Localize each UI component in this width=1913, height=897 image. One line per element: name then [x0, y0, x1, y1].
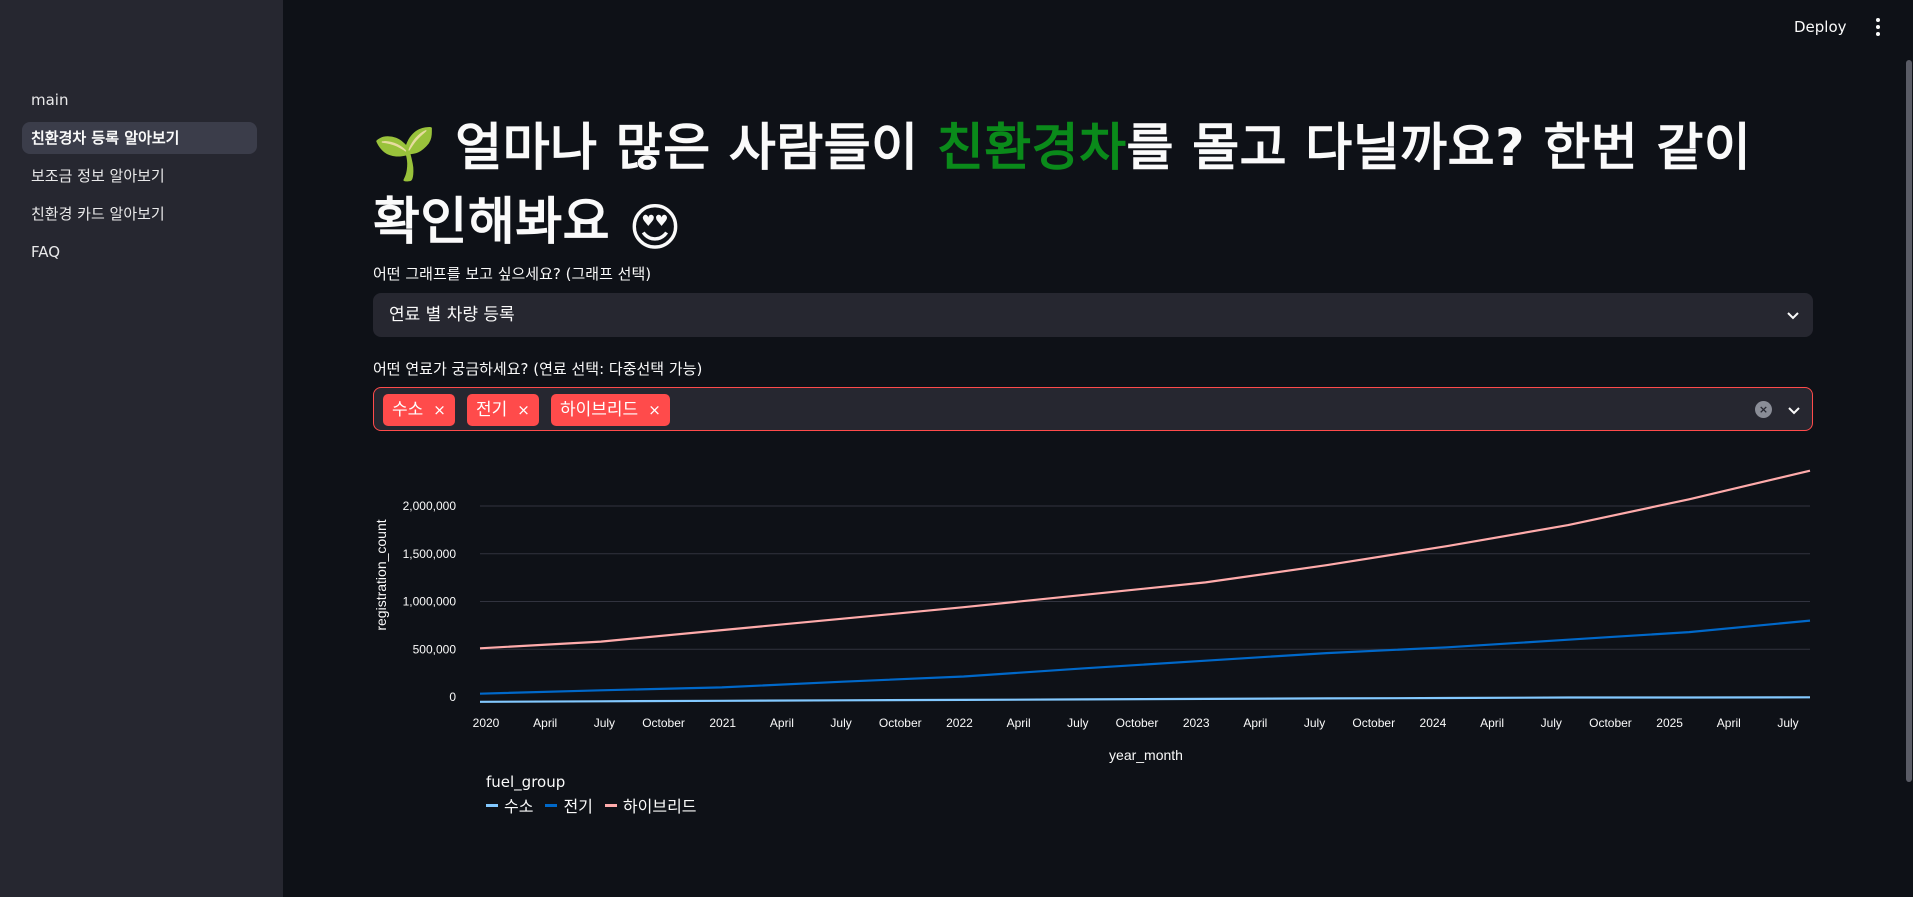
legend-label: 수소	[504, 797, 534, 816]
y-tick-label: 500,000	[413, 642, 457, 656]
sidebar: main 친환경차 등록 알아보기 보조금 정보 알아보기 친환경 카드 알아보…	[0, 0, 283, 897]
graph-select-value: 연료 별 차량 등록	[389, 305, 515, 325]
seedling-icon: 🌱	[373, 125, 438, 184]
sidebar-item-main[interactable]: main	[22, 84, 257, 116]
x-tick-label: July	[1777, 716, 1798, 730]
x-tick-label: April	[1243, 716, 1267, 730]
series-line-2[interactable]	[479, 469, 1811, 650]
graph-select-label: 어떤 그래프를 보고 싶으세요? (그래프 선택)	[373, 265, 652, 283]
legend-title: fuel_group	[486, 773, 566, 791]
y-tick-label: 2,000,000	[403, 499, 457, 513]
tag-electric[interactable]: 전기 ×	[467, 394, 539, 426]
x-tick-label: 2025	[1656, 716, 1683, 730]
tag-label: 하이브리드	[560, 400, 639, 420]
x-tick-label: October	[879, 716, 922, 730]
deploy-button[interactable]: Deploy	[1794, 14, 1847, 40]
x-tick-label: October	[1589, 716, 1632, 730]
x-tick-label: 2023	[1183, 716, 1210, 730]
x-tick-label: April	[1480, 716, 1504, 730]
x-tick-label: April	[1717, 716, 1741, 730]
y-tick-label: 0	[449, 690, 456, 704]
fuel-select-label: 어떤 연료가 궁금하세요? (연료 선택: 다중선택 가능)	[373, 360, 703, 378]
y-tick-label: 1,500,000	[403, 547, 457, 561]
kebab-menu-icon[interactable]	[1872, 14, 1884, 40]
sidebar-nav: main 친환경차 등록 알아보기 보조금 정보 알아보기 친환경 카드 알아보…	[22, 84, 257, 274]
x-tick-label: April	[1007, 716, 1031, 730]
x-tick-label: 2020	[473, 716, 500, 730]
x-tick-label: July	[1304, 716, 1325, 730]
fuel-multiselect[interactable]: 수소 × 전기 × 하이브리드 × ×	[373, 387, 1813, 431]
sidebar-item-ev-registration[interactable]: 친환경차 등록 알아보기	[22, 122, 257, 154]
x-tick-label: July	[1541, 716, 1562, 730]
x-tick-label: 2021	[709, 716, 736, 730]
sidebar-item-eco-card[interactable]: 친환경 카드 알아보기	[22, 198, 257, 230]
x-tick-label: July	[594, 716, 615, 730]
y-tick-label: 1,000,000	[403, 595, 457, 609]
line-chart[interactable]: 0 500,000 1,000,000 1,500,000 2,000,000 2020…	[370, 440, 1820, 820]
x-tick-label: 2022	[946, 716, 973, 730]
legend-swatch	[604, 803, 617, 807]
x-tick-label: April	[533, 716, 557, 730]
heart-eyes-icon: 😍	[628, 199, 683, 258]
chart-legend: fuel_group 수소 전기 하이브리드	[486, 773, 697, 817]
tag-remove-icon[interactable]: ×	[433, 401, 446, 419]
legend-label: 전기	[563, 797, 593, 816]
x-tick-label: October	[1352, 716, 1395, 730]
x-axis-label: year_month	[1109, 747, 1183, 763]
x-tick-label: July	[1067, 716, 1088, 730]
chevron-down-icon[interactable]	[1786, 402, 1802, 418]
legend-swatch	[486, 803, 498, 807]
legend-item-hydrogen[interactable]: 수소	[486, 793, 533, 817]
legend-label: 하이브리드	[622, 797, 697, 816]
legend-item-electric[interactable]: 전기	[545, 793, 593, 817]
title-highlight: 친환경차	[936, 119, 1127, 178]
tag-remove-icon[interactable]: ×	[648, 401, 661, 419]
tag-label: 전기	[476, 400, 508, 420]
x-tick-label: April	[770, 716, 794, 730]
x-tick-label: July	[830, 716, 851, 730]
legend-item-hybrid[interactable]: 하이브리드	[604, 793, 697, 817]
tag-label: 수소	[392, 400, 424, 420]
x-tick-label: 2024	[1420, 716, 1447, 730]
y-axis-label: registration_count	[373, 519, 389, 630]
sidebar-item-subsidy[interactable]: 보조금 정보 알아보기	[22, 160, 257, 192]
scrollbar-thumb[interactable]	[1906, 60, 1912, 782]
chevron-down-icon[interactable]	[1785, 307, 1801, 323]
x-tick-label: October	[642, 716, 685, 730]
clear-all-icon[interactable]: ×	[1755, 401, 1772, 418]
series-line-0[interactable]	[479, 696, 1811, 703]
tag-remove-icon[interactable]: ×	[517, 401, 530, 419]
x-tick-label: October	[1116, 716, 1159, 730]
graph-select[interactable]: 연료 별 차량 등록	[373, 293, 1813, 337]
page-title: 🌱 얼마나 많은 사람들이 친환경차를 몰고 다닐까요? 한번 같이 확인해봐요…	[373, 115, 1813, 263]
title-text-part1: 얼마나 많은 사람들이	[455, 119, 937, 178]
series-line-1[interactable]	[479, 619, 1811, 695]
tag-hybrid[interactable]: 하이브리드 ×	[551, 394, 670, 426]
legend-swatch	[545, 803, 558, 807]
tag-hydrogen[interactable]: 수소 ×	[383, 394, 455, 426]
sidebar-item-faq[interactable]: FAQ	[22, 236, 257, 268]
